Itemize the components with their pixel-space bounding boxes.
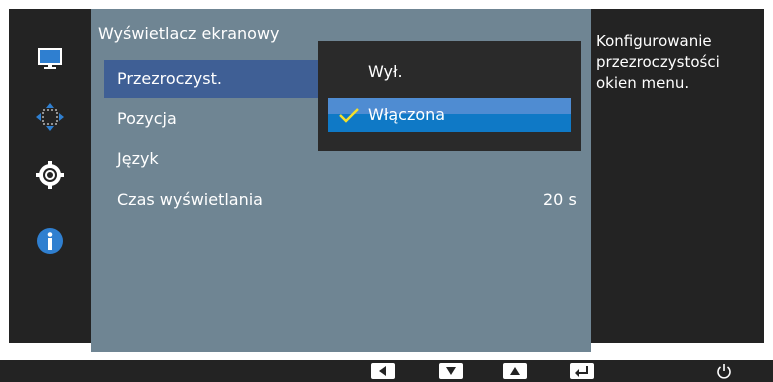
option-label: Włączona bbox=[368, 105, 446, 124]
power-icon[interactable] bbox=[715, 362, 733, 380]
checkmark-icon bbox=[339, 108, 359, 123]
tab-position[interactable] bbox=[9, 97, 91, 137]
info-icon bbox=[37, 228, 63, 254]
gear-icon bbox=[36, 161, 64, 189]
down-button[interactable] bbox=[439, 363, 463, 379]
menu-title: Wyświetlacz ekranowy bbox=[98, 24, 280, 43]
option-highlight-band bbox=[328, 98, 571, 114]
tab-information[interactable] bbox=[9, 221, 91, 261]
option-label: Wył. bbox=[368, 62, 403, 81]
transparency-submenu: Wył. Włączona bbox=[318, 41, 581, 151]
menu-item-value: 20 s bbox=[543, 190, 577, 209]
monitor-icon bbox=[38, 48, 62, 69]
up-arrow-icon bbox=[510, 367, 520, 375]
option-off[interactable]: Wył. bbox=[328, 55, 571, 89]
key-guide-bar bbox=[0, 360, 773, 382]
option-on[interactable]: Włączona bbox=[328, 98, 571, 132]
up-button[interactable] bbox=[503, 363, 527, 379]
tab-picture[interactable] bbox=[9, 39, 91, 79]
help-text: Konfigurowanie przezroczystości okien me… bbox=[596, 32, 720, 92]
help-panel: Konfigurowanie przezroczystości okien me… bbox=[591, 9, 764, 343]
down-arrow-icon bbox=[446, 367, 456, 375]
menu-item-label: Czas wyświetlania bbox=[117, 190, 263, 209]
category-sidebar bbox=[9, 9, 91, 343]
left-button[interactable] bbox=[371, 363, 395, 379]
left-arrow-icon bbox=[379, 366, 386, 376]
menu-item-display-time[interactable]: Czas wyświetlania 20 s bbox=[103, 183, 593, 217]
tab-settings[interactable] bbox=[9, 155, 91, 195]
menu-item-label: Pozycja bbox=[117, 109, 177, 128]
enter-button[interactable] bbox=[570, 363, 594, 379]
menu-item-label: Przezroczyst. bbox=[117, 69, 222, 88]
enter-icon bbox=[575, 366, 588, 377]
menu-item-label: Język bbox=[117, 149, 159, 168]
move-arrows-icon bbox=[36, 103, 64, 131]
